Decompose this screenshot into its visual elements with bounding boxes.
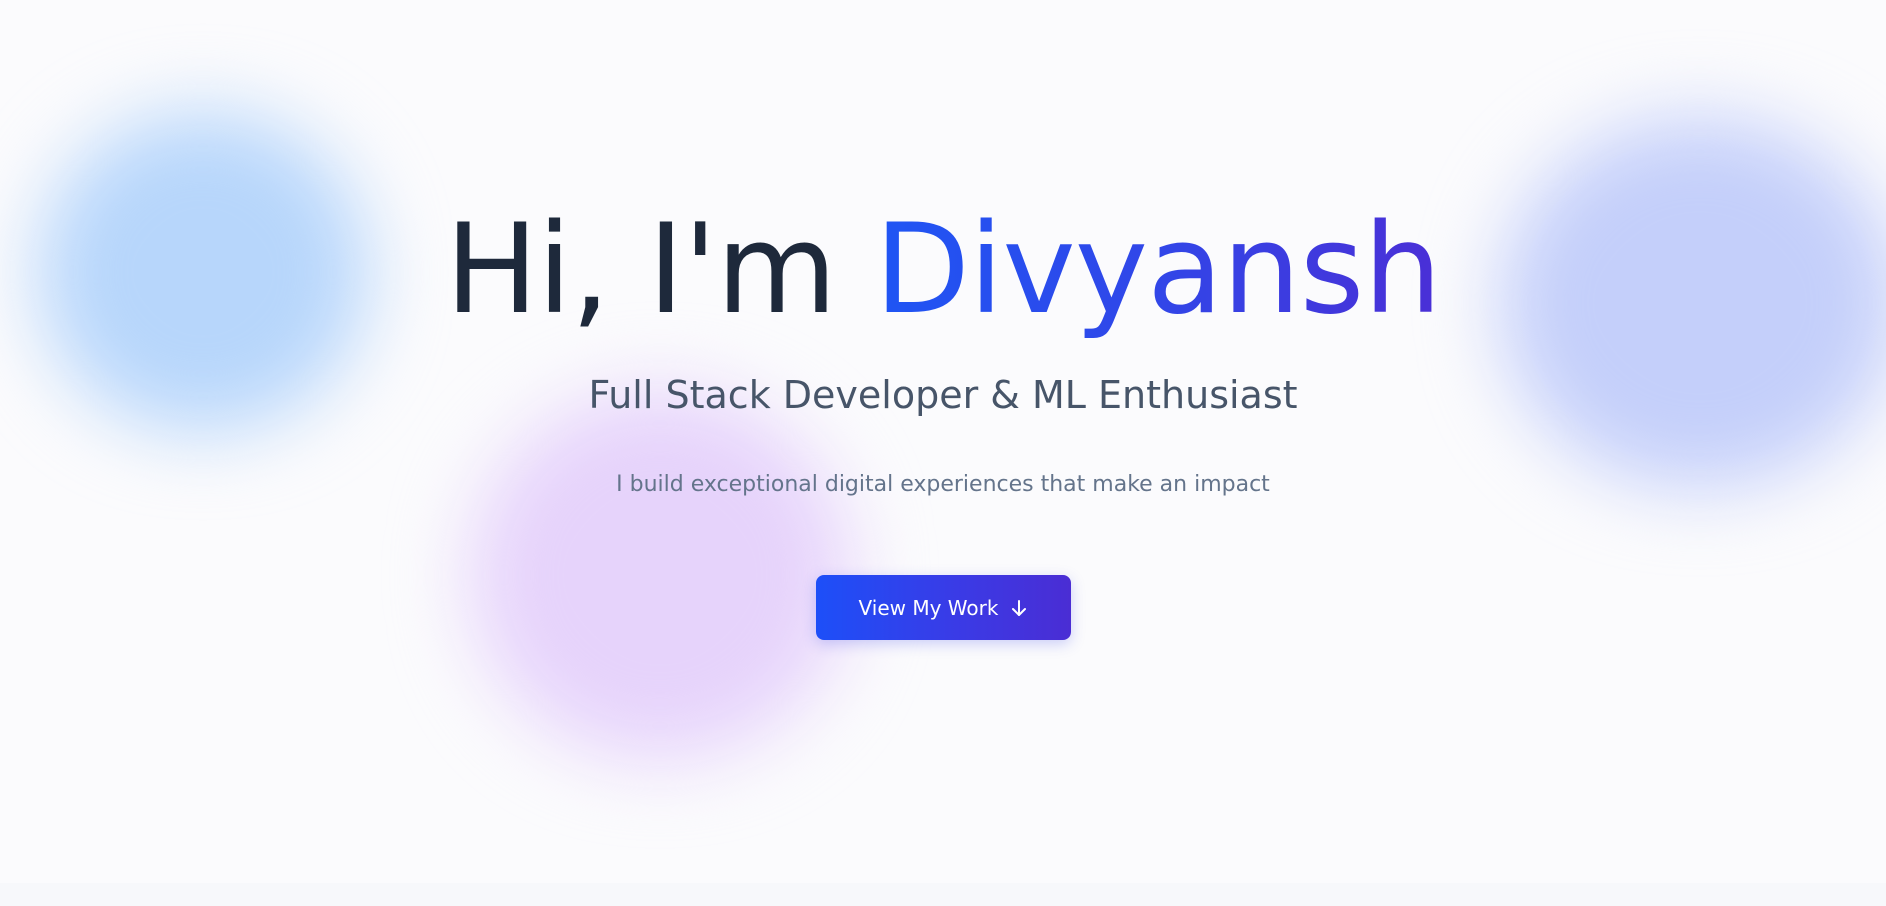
- hero-tagline: I build exceptional digital experiences …: [616, 472, 1270, 497]
- view-my-work-label: View My Work: [858, 595, 999, 620]
- section-divider: [0, 883, 1886, 906]
- hero-section: Hi, I'm Divyansh Full Stack Developer & …: [0, 0, 1886, 883]
- hero-subtitle: Full Stack Developer & ML Enthusiast: [588, 373, 1298, 417]
- view-my-work-button[interactable]: View My Work: [816, 575, 1071, 640]
- arrow-down-icon: [1010, 599, 1028, 617]
- decorative-purple-blob: [470, 390, 850, 760]
- greeting-text: Hi, I'm: [445, 198, 875, 342]
- hero-headline: Hi, I'm Divyansh: [0, 200, 1886, 340]
- hero-name: Divyansh: [874, 198, 1441, 342]
